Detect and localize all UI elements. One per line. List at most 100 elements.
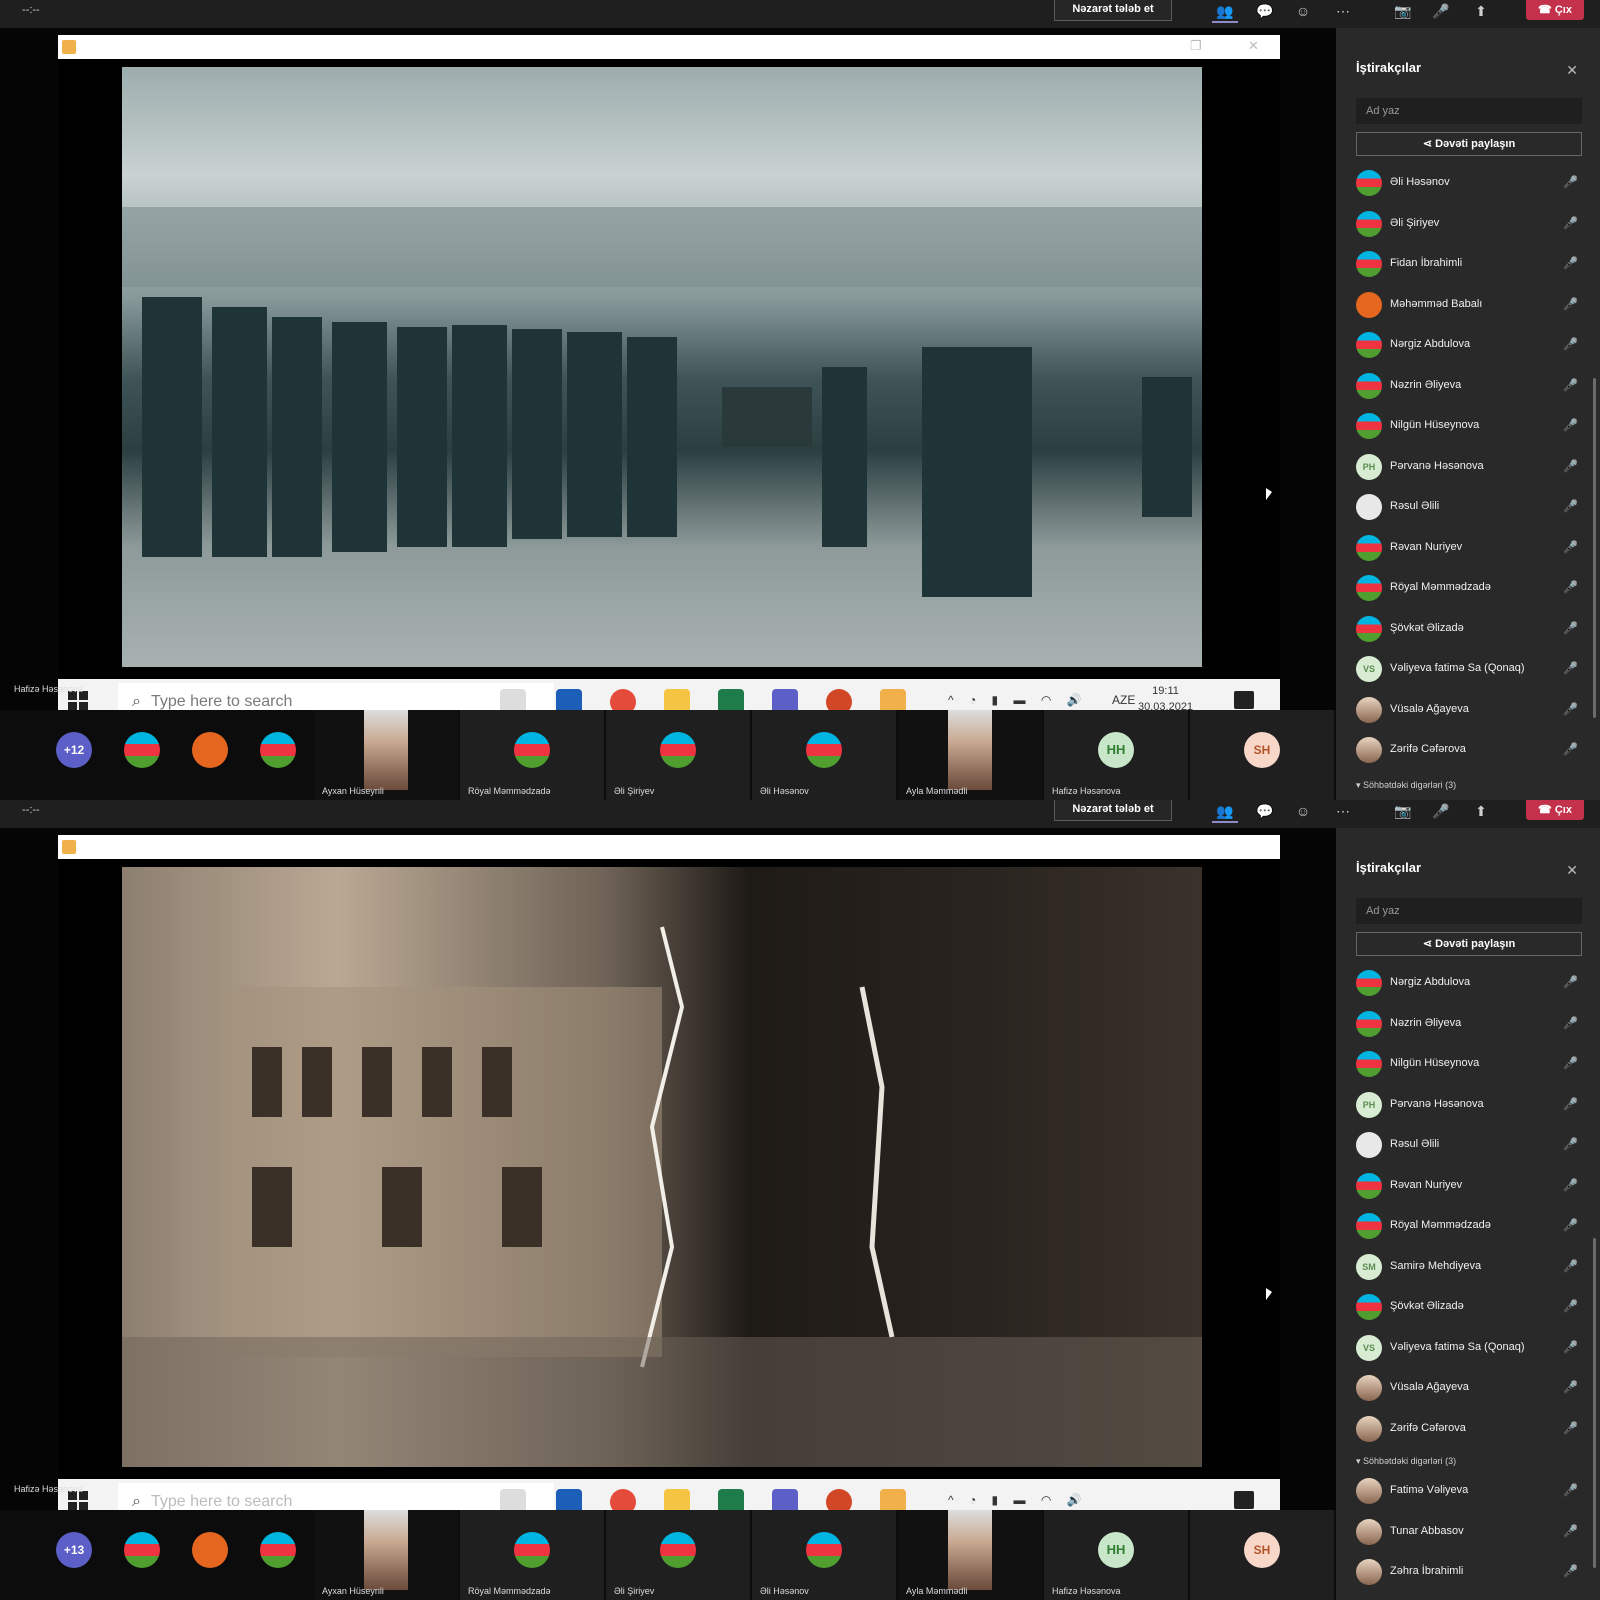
participant-row[interactable]: Nərgiz Abdulova 🎤: [1356, 326, 1582, 367]
participant-row[interactable]: Zəhra İbrahimli 🎤: [1356, 1553, 1582, 1594]
mic-muted-icon: 🎤: [1563, 701, 1578, 716]
participant-row[interactable]: Nilgün Hüseynova 🎤: [1356, 1045, 1582, 1086]
participant-avatar[interactable]: [192, 732, 228, 768]
restore-icon[interactable]: ❐: [1190, 38, 1202, 54]
participant-row[interactable]: Fidan İbrahimli 🎤: [1356, 245, 1582, 286]
participant-avatar: [1356, 1375, 1382, 1401]
system-tray[interactable]: ^ ◔ ▮ ▬ ◠ 🔊: [948, 1493, 1088, 1507]
share-tray-icon[interactable]: ⬆: [1470, 2, 1492, 20]
participant-row[interactable]: Fatimə Vəliyeva 🎤: [1356, 1472, 1582, 1513]
participant-avatar[interactable]: [192, 1532, 228, 1568]
participant-row[interactable]: VS Vəliyeva fatimə Sa (Qonaq) 🎤: [1356, 650, 1582, 691]
participant-name: Hafizə Həsənova: [1052, 1586, 1121, 1596]
participant-tile[interactable]: Əli Həsənov: [752, 1510, 896, 1600]
active-tab-indicator: [1212, 821, 1238, 823]
participant-row[interactable]: SM Samirə Mehdiyeva 🎤: [1356, 1248, 1582, 1289]
notifications-icon[interactable]: [1234, 691, 1254, 709]
mic-off-icon[interactable]: 🎤: [1430, 802, 1452, 820]
participant-row[interactable]: Rəsul Əlili 🎤: [1356, 1126, 1582, 1167]
close-panel-icon[interactable]: ✕: [1566, 862, 1578, 879]
participant-row[interactable]: Zərifə Cəfərova 🎤: [1356, 1410, 1582, 1451]
windows-start-icon[interactable]: [68, 691, 88, 711]
mic-off-icon[interactable]: 🎤: [1430, 2, 1452, 20]
participant-search-input[interactable]: Ad yaz: [1356, 898, 1582, 924]
more-participants-badge[interactable]: +12: [56, 732, 92, 768]
participant-row[interactable]: Nəzrin Əliyeva 🎤: [1356, 1005, 1582, 1046]
participant-avatar[interactable]: [124, 732, 160, 768]
participant-row[interactable]: Nəzrin Əliyeva 🎤: [1356, 367, 1582, 408]
participant-row[interactable]: Şövkət Əlizadə 🎤: [1356, 610, 1582, 651]
video-scene: [122, 207, 1202, 597]
more-options-icon[interactable]: ⋯: [1332, 2, 1354, 20]
chat-icon[interactable]: 💬: [1254, 802, 1276, 820]
reactions-icon[interactable]: ☺: [1292, 2, 1314, 20]
participant-tile[interactable]: HH Hafizə Həsənova: [1044, 710, 1188, 800]
share-tray-icon[interactable]: ⬆: [1470, 802, 1492, 820]
participant-name: Vəliyeva fatimə Sa (Qonaq): [1390, 1340, 1525, 1353]
participant-avatar[interactable]: [260, 732, 296, 768]
participant-row[interactable]: Zərifə Cəfərova 🎤: [1356, 731, 1582, 772]
participant-row[interactable]: Röyal Məmmədzadə 🎤: [1356, 1207, 1582, 1248]
participant-tile[interactable]: HH Hafizə Həsənova: [1044, 1510, 1188, 1600]
participant-row[interactable]: VS Vəliyeva fatimə Sa (Qonaq) 🎤: [1356, 1329, 1582, 1370]
leave-button[interactable]: ☎ Çıx: [1526, 0, 1584, 20]
share-invite-button[interactable]: ⋖ Dəvəti paylaşın: [1356, 132, 1582, 156]
language-indicator[interactable]: AZE: [1112, 693, 1135, 707]
participant-tile[interactable]: SH: [1190, 1510, 1334, 1600]
participant-tile[interactable]: Əli Şiriyev: [606, 710, 750, 800]
participant-row[interactable]: Rəvan Nuriyev 🎤: [1356, 1167, 1582, 1208]
participant-row[interactable]: Vüsalə Ağayeva 🎤: [1356, 691, 1582, 732]
participant-row[interactable]: Əli Həsənov 🎤: [1356, 164, 1582, 205]
participant-row[interactable]: PH Pərvanə Həsənova 🎤: [1356, 1086, 1582, 1127]
participant-avatar: [1356, 372, 1382, 399]
system-tray[interactable]: ^ ◔ ▮ ▬ ◠ 🔊: [948, 693, 1088, 707]
participant-avatar[interactable]: [260, 1532, 296, 1568]
request-control-button[interactable]: Nəzarət tələb et: [1054, 800, 1172, 821]
participant-row[interactable]: Rəvan Nuriyev 🎤: [1356, 529, 1582, 570]
participants-icon[interactable]: 👥: [1214, 2, 1236, 20]
participant-search-input[interactable]: Ad yaz: [1356, 98, 1582, 124]
windows-start-icon[interactable]: [68, 1491, 88, 1511]
panel-scrollbar[interactable]: [1593, 1238, 1596, 1568]
panel-scrollbar[interactable]: [1593, 378, 1596, 718]
others-in-chat-section[interactable]: ▾ Söhbətdəki digərləri (3): [1356, 774, 1456, 796]
camera-off-icon[interactable]: 📷: [1392, 802, 1414, 820]
chat-icon[interactable]: 💬: [1254, 2, 1276, 20]
camera-off-icon[interactable]: 📷: [1392, 2, 1414, 20]
reactions-icon[interactable]: ☺: [1292, 802, 1314, 820]
share-invite-button[interactable]: ⋖ Dəvəti paylaşın: [1356, 932, 1582, 956]
participant-row[interactable]: Rəsul Əlili 🎤: [1356, 488, 1582, 529]
participant-tile[interactable]: Ayla Məmmədli: [898, 1510, 1042, 1600]
close-panel-icon[interactable]: ✕: [1566, 62, 1578, 79]
more-participants-badge[interactable]: +13: [56, 1532, 92, 1568]
request-control-button[interactable]: Nəzarət tələb et: [1054, 0, 1172, 21]
more-options-icon[interactable]: ⋯: [1332, 802, 1354, 820]
participant-avatar[interactable]: [124, 1532, 160, 1568]
participant-row[interactable]: Nilgün Hüseynova 🎤: [1356, 407, 1582, 448]
participant-tile[interactable]: SH: [1190, 710, 1334, 800]
participant-row[interactable]: PH Pərvanə Həsənova 🎤: [1356, 448, 1582, 489]
participant-row[interactable]: Nərgiz Abdulova 🎤: [1356, 964, 1582, 1005]
participant-name: Röyal Məmmədzadə: [1390, 581, 1491, 593]
participant-tile[interactable]: Ayxan Hüseynli: [314, 1510, 458, 1600]
video-scene: [122, 926, 1202, 1467]
participant-row[interactable]: Məhəmməd Babalı 🎤: [1356, 286, 1582, 327]
notifications-icon[interactable]: [1234, 1491, 1254, 1509]
participant-tile[interactable]: Röyal Məmmədzadə: [460, 1510, 604, 1600]
participant-row[interactable]: Vüsalə Ağayeva 🎤: [1356, 1369, 1582, 1410]
participant-tile[interactable]: Əli Şiriyev: [606, 1510, 750, 1600]
participant-row[interactable]: Tunar Abbasov 🎤: [1356, 1513, 1582, 1554]
participant-row[interactable]: Əli Şiriyev 🎤: [1356, 205, 1582, 246]
participant-name: Röyal Məmmədzadə: [468, 786, 551, 796]
leave-button[interactable]: ☎ Çıx: [1526, 800, 1584, 820]
others-in-chat-section[interactable]: ▾ Söhbətdəki digərləri (3): [1356, 1450, 1582, 1472]
participants-icon[interactable]: 👥: [1214, 802, 1236, 820]
participant-tile[interactable]: Əli Həsənov: [752, 710, 896, 800]
participant-tile[interactable]: Ayxan Hüseynli: [314, 710, 458, 800]
participant-tile[interactable]: Röyal Məmmədzadə: [460, 710, 604, 800]
participant-row[interactable]: Röyal Məmmədzadə 🎤: [1356, 569, 1582, 610]
participant-avatar: VS: [1356, 656, 1382, 682]
close-icon[interactable]: ✕: [1248, 38, 1259, 54]
participant-row[interactable]: Şövkət Əlizadə 🎤: [1356, 1288, 1582, 1329]
participant-tile[interactable]: Ayla Məmmədli: [898, 710, 1042, 800]
